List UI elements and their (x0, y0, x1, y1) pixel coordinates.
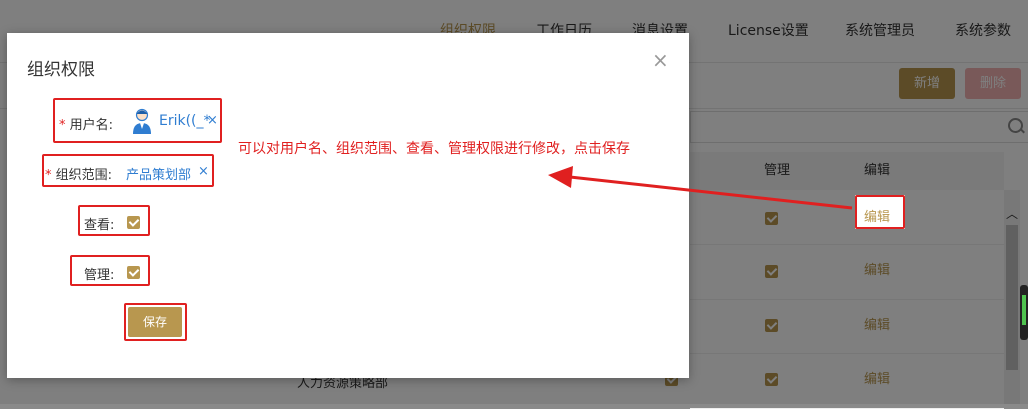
dialog-title: 组织权限 (27, 60, 95, 80)
view-label: 查看: (84, 218, 115, 233)
scope-tag: 产品策划部 (126, 168, 192, 183)
side-indicator (1020, 285, 1028, 340)
manage-label: 管理: (84, 268, 115, 283)
remove-scope-icon[interactable]: × (198, 164, 209, 179)
username-label: * 用户名: (59, 118, 114, 133)
highlight-box (855, 195, 905, 229)
username-tag: Erik((_* (159, 113, 211, 129)
annotation-text: 可以对用户名、组织范围、查看、管理权限进行修改，点击保存 (238, 141, 630, 157)
manage-checkbox[interactable] (127, 266, 140, 279)
org-permission-dialog: 组织权限 × * 用户名: Erik((_* × * 组织范围: 产品策划部 ×… (7, 33, 689, 378)
close-icon[interactable]: × (652, 50, 669, 70)
user-avatar-icon (133, 108, 151, 134)
save-button[interactable]: 保存 (128, 307, 182, 337)
view-checkbox[interactable] (127, 216, 140, 229)
remove-username-icon[interactable]: × (207, 113, 218, 128)
scope-label: * 组织范围: (45, 168, 113, 183)
